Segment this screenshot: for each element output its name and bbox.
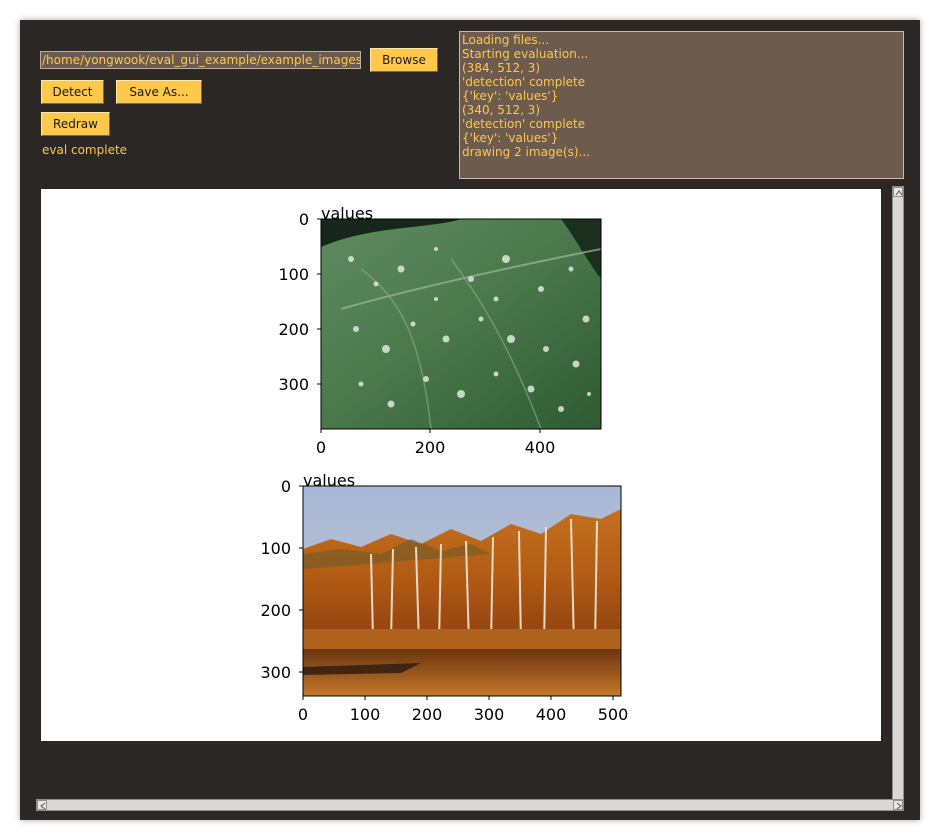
scroll-left-arrow-icon[interactable] (37, 800, 47, 810)
save-as-button[interactable]: Save As... (116, 80, 202, 104)
plot-1: values 0 100 200 300 0 200 400 (278, 204, 602, 457)
plot-2-ytick-label: 300 (260, 663, 291, 682)
autumn-birch-forest-by-lake-image (303, 486, 621, 696)
plot-1-y-ticks (317, 218, 321, 385)
plot-2-xtick-label: 0 (298, 705, 308, 724)
log-line: {'key': 'values'} (462, 131, 559, 145)
plot-2-ytick-label: 0 (281, 477, 291, 496)
log-line: (340, 512, 3) (462, 103, 541, 117)
log-line: Loading files... (462, 33, 550, 47)
scroll-right-arrow-icon[interactable] (893, 800, 903, 810)
plot-canvas: values 0 100 200 300 0 200 400 values 0 … (41, 189, 881, 741)
horizontal-scrollbar[interactable] (36, 799, 904, 811)
log-line: 'detection' complete (462, 75, 586, 89)
plot-1-title: values (321, 204, 373, 223)
browse-button[interactable]: Browse (370, 48, 438, 72)
redraw-button[interactable]: Redraw (41, 112, 110, 136)
plot-1-xtick-label: 200 (415, 438, 446, 457)
plot-2-xtick-label: 300 (474, 705, 505, 724)
plot-figure: values 0 100 200 300 0 200 400 values 0 … (260, 204, 628, 724)
log-line: drawing 2 image(s)... (462, 145, 590, 159)
status-label: eval complete (42, 143, 128, 157)
plot-2-xtick-label: 500 (598, 705, 629, 724)
scroll-up-arrow-icon[interactable] (893, 187, 903, 197)
plot-1-ytick-label: 300 (278, 375, 309, 394)
plot-1-xtick-label: 0 (316, 438, 326, 457)
plot-2-x-ticks (302, 696, 614, 700)
plot-1-xtick-label: 400 (525, 438, 556, 457)
log-line: (384, 512, 3) (462, 61, 541, 75)
plot-1-ytick-label: 100 (278, 265, 309, 284)
vertical-scrollbar[interactable] (892, 186, 904, 810)
plot-2-ytick-label: 200 (260, 601, 291, 620)
leaf-with-water-droplets-image (321, 219, 601, 429)
plot-1-x-ticks (320, 429, 541, 433)
plot-1-ytick-label: 0 (299, 210, 309, 229)
image-folder-path-input[interactable]: /home/yongwook/eval_gui_example/example_… (40, 51, 361, 69)
log-line: 'detection' complete (462, 117, 586, 131)
plot-1-ytick-label: 200 (278, 320, 309, 339)
detect-button[interactable]: Detect (41, 80, 104, 104)
plot-2-title: values (303, 471, 355, 490)
plot-2-xtick-label: 200 (412, 705, 443, 724)
plot-2-xtick-label: 100 (350, 705, 381, 724)
plot-2-ytick-label: 100 (260, 539, 291, 558)
plot-2: values 0 100 200 300 0 100 200 300 400 5… (260, 471, 628, 724)
plot-2-y-ticks (299, 485, 303, 673)
plot-2-xtick-label: 400 (536, 705, 567, 724)
log-line: Starting evaluation... (462, 47, 589, 61)
log-output[interactable]: Loading files... Starting evaluation... … (459, 31, 904, 179)
app-window: /home/yongwook/eval_gui_example/example_… (20, 20, 920, 820)
log-line: {'key': 'values'} (462, 89, 559, 103)
